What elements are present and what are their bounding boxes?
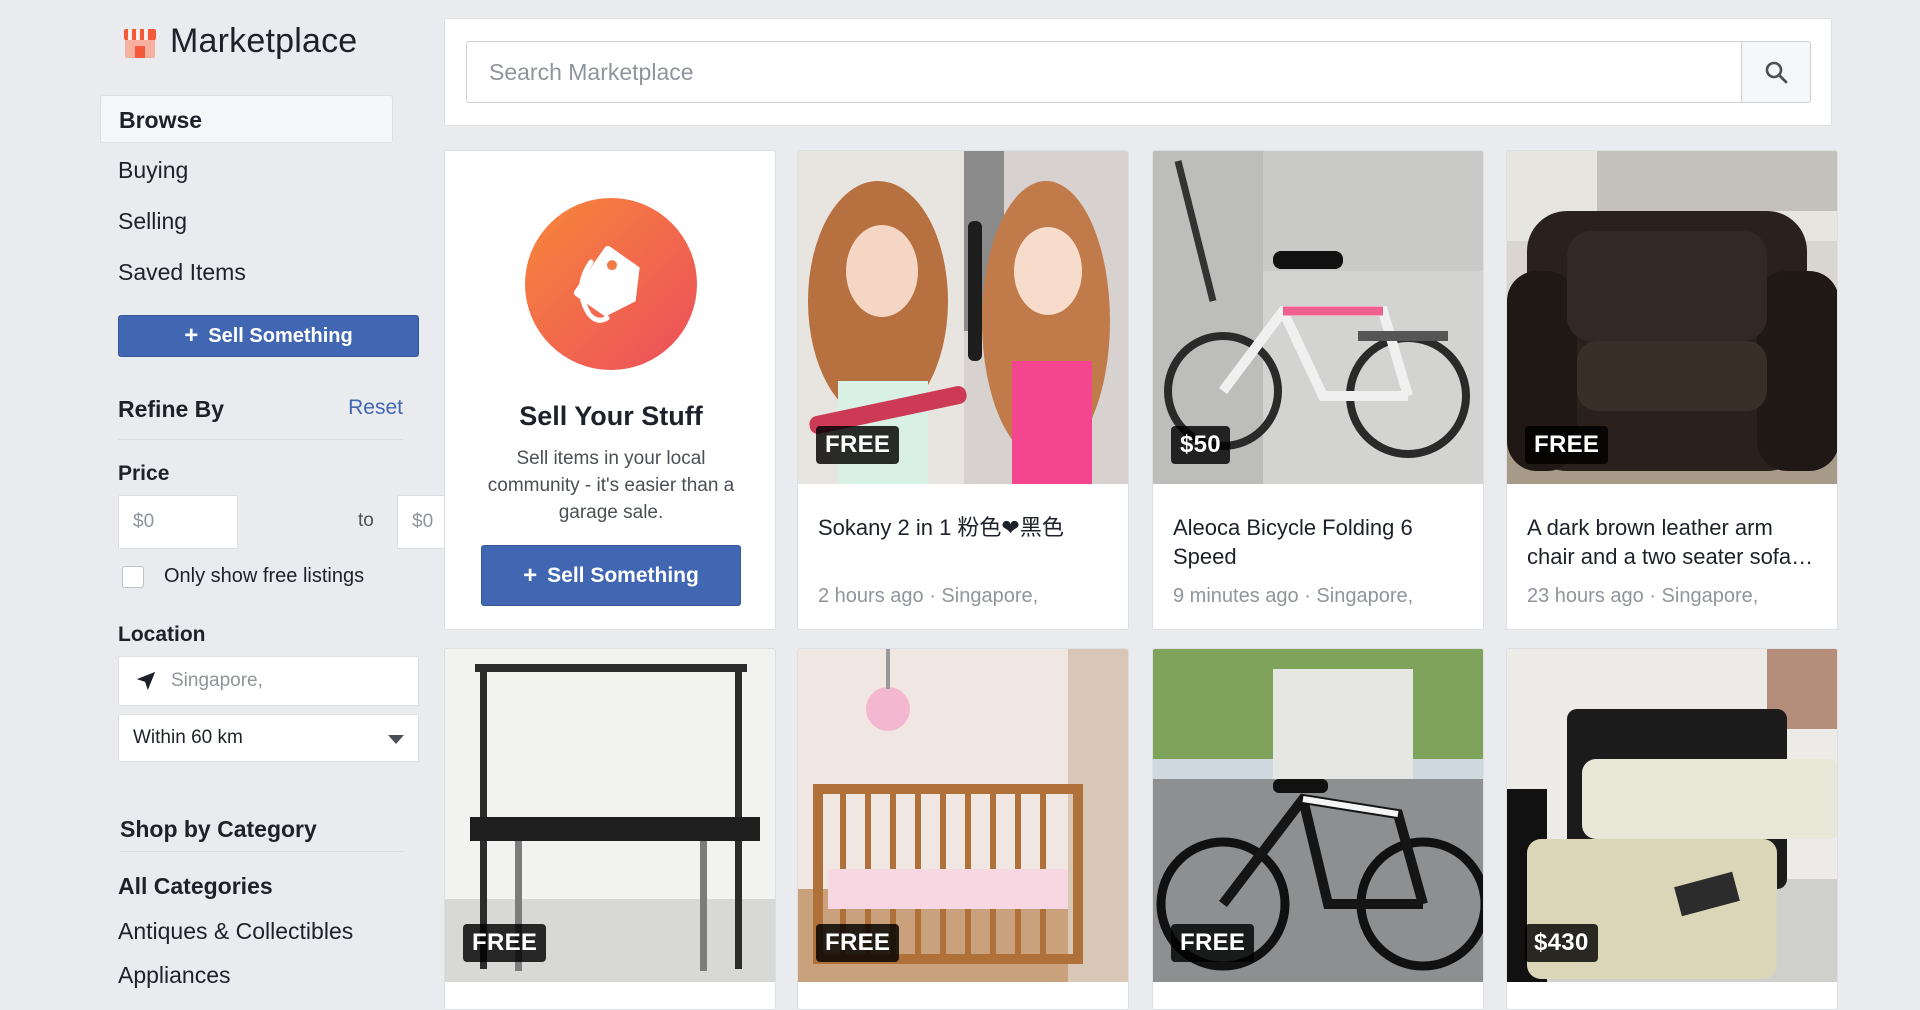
location-arrow-icon: [136, 671, 156, 691]
price-label: Price: [118, 462, 170, 485]
location-input[interactable]: Singapore,: [118, 656, 419, 706]
listing-photo[interactable]: FREE: [798, 649, 1128, 982]
price-to-label: to: [358, 510, 374, 531]
listing-time: 23 hours ago: [1527, 585, 1644, 607]
category-antiques[interactable]: Antiques & Collectibles: [118, 918, 353, 945]
listing-meta: 9 minutes ago · Singapore,: [1173, 585, 1413, 608]
meta-separator: ·: [929, 585, 942, 607]
refine-header: Refine By Reset: [118, 392, 403, 440]
listing-photo[interactable]: FREE: [1153, 649, 1483, 982]
category-all[interactable]: All Categories: [118, 873, 273, 900]
search-panel: Search Marketplace: [444, 18, 1832, 126]
storefront-icon: [124, 28, 156, 58]
listing-photo[interactable]: $430: [1507, 649, 1837, 982]
price-badge: $430: [1525, 924, 1598, 962]
promo-text: Sell items in your local community - it'…: [487, 448, 735, 523]
search-input[interactable]: Search Marketplace: [466, 41, 1741, 103]
listing-card[interactable]: FREE A dark brown leather arm chair and …: [1506, 150, 1838, 630]
location-value: Singapore,: [171, 670, 263, 691]
listing-title[interactable]: Aleoca Bicycle Folding 6 Speed: [1173, 513, 1465, 571]
sell-something-button[interactable]: + Sell Something: [118, 315, 419, 357]
sidebar-item-browse[interactable]: Browse: [100, 95, 393, 143]
price-min-input[interactable]: $0: [118, 495, 238, 549]
category-appliances[interactable]: Appliances: [118, 962, 231, 989]
shop-by-category-heading: Shop by Category: [120, 816, 403, 852]
listing-time: 9 minutes ago: [1173, 585, 1299, 607]
plus-icon: +: [184, 322, 199, 349]
listing-card[interactable]: $50 Aleoca Bicycle Folding 6 Speed 9 min…: [1152, 150, 1484, 630]
meta-separator: ·: [1649, 585, 1662, 607]
listing-location: Singapore,: [1661, 585, 1759, 607]
location-label: Location: [118, 623, 206, 646]
listing-photo[interactable]: FREE: [798, 151, 1128, 484]
brand[interactable]: Marketplace: [122, 22, 357, 61]
price-badge: FREE: [816, 924, 900, 962]
plus-icon: +: [523, 561, 538, 589]
listing-card[interactable]: FREE: [1152, 648, 1484, 1010]
price-badge: $50: [1171, 426, 1230, 464]
listing-photo[interactable]: FREE: [1507, 151, 1837, 484]
reset-link[interactable]: Reset: [348, 396, 403, 420]
sidebar-item-selling[interactable]: Selling: [100, 197, 420, 245]
price-badge: FREE: [816, 426, 900, 464]
radius-select[interactable]: Within 60 km: [118, 714, 419, 762]
listing-meta: 23 hours ago · Singapore,: [1527, 585, 1758, 608]
sidebar-item-buying[interactable]: Buying: [100, 146, 420, 194]
price-badge: FREE: [1171, 924, 1255, 962]
promo-sell-label: Sell Something: [547, 563, 699, 587]
sidebar-item-saved-items[interactable]: Saved Items: [100, 248, 420, 296]
listing-location: Singapore,: [941, 585, 1039, 607]
promo-sell-button[interactable]: + Sell Something: [481, 545, 741, 606]
listing-photo[interactable]: $50: [1153, 151, 1483, 484]
search-button[interactable]: [1741, 41, 1811, 103]
price-tag-icon: [525, 198, 697, 370]
meta-separator: ·: [1304, 585, 1317, 607]
price-badge: FREE: [463, 924, 547, 962]
listing-title[interactable]: Sokany 2 in 1 粉色❤黑色: [818, 513, 1110, 542]
app-title: Marketplace: [170, 22, 358, 60]
price-badge: FREE: [1525, 426, 1609, 464]
listing-card[interactable]: FREE: [797, 648, 1129, 1010]
sell-something-label: Sell Something: [208, 324, 353, 347]
listing-photo[interactable]: FREE: [445, 649, 775, 982]
chevron-down-icon: [388, 735, 404, 744]
promo-title: Sell Your Stuff: [519, 401, 703, 431]
listing-card[interactable]: FREE: [444, 648, 776, 1010]
free-only-checkbox[interactable]: [122, 565, 144, 588]
free-only-label: Only show free listings: [164, 565, 365, 587]
sell-your-stuff-card: Sell Your Stuff Sell items in your local…: [444, 150, 776, 630]
listing-location: Singapore,: [1316, 585, 1414, 607]
refine-title: Refine By: [118, 396, 225, 422]
radius-value: Within 60 km: [133, 727, 243, 748]
listing-card[interactable]: $430: [1506, 648, 1838, 1010]
sidebar-nav: Browse Buying Selling Saved Items: [100, 95, 420, 299]
listing-title[interactable]: A dark brown leather arm chair and a two…: [1527, 513, 1819, 571]
free-only-row[interactable]: Only show free listings: [122, 565, 364, 588]
listing-card[interactable]: FREE Sokany 2 in 1 粉色❤黑色 2 hours ago · S…: [797, 150, 1129, 630]
listing-time: 2 hours ago: [818, 585, 924, 607]
listing-meta: 2 hours ago · Singapore,: [818, 585, 1038, 608]
search-icon: [1765, 61, 1788, 84]
